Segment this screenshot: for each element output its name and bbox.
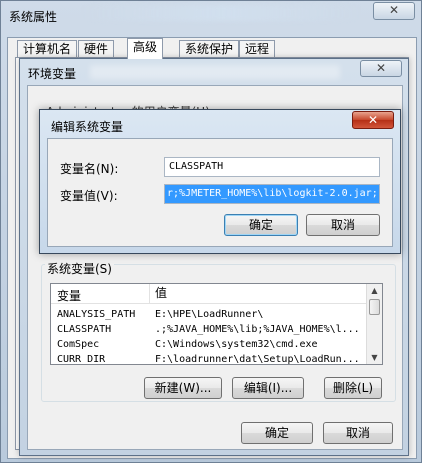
list-scrollbar[interactable]: ▲ ▼: [366, 284, 382, 364]
env-ok-button[interactable]: 确定: [241, 422, 313, 444]
column-header-variable[interactable]: 变量: [57, 287, 81, 304]
edit-variable-button[interactable]: 编辑(I)...: [232, 377, 304, 399]
table-row[interactable]: ANALYSIS_PATH E:\HPE\LoadRunner\: [51, 308, 367, 322]
system-variables-list[interactable]: 变量 值 ANALYSIS_PATH E:\HPE\LoadRunner\ CL…: [50, 283, 383, 365]
delete-variable-button[interactable]: 删除(L): [324, 377, 382, 399]
tab-computer-name[interactable]: 计算机名: [17, 40, 78, 58]
system-properties-close-icon[interactable]: ✕: [373, 2, 415, 20]
new-variable-button[interactable]: 新建(W)...: [144, 377, 222, 399]
table-row[interactable]: CLASSPATH .;%JAVA_HOME%\lib;%JAVA_HOME%\…: [51, 323, 367, 337]
variable-value: E:\HPE\LoadRunner\: [155, 309, 264, 320]
variable-name-label: 变量名(N):: [60, 162, 119, 176]
table-row[interactable]: ComSpec C:\Windows\system32\cmd.exe: [51, 338, 367, 352]
variable-value-label: 变量值(V):: [60, 189, 118, 203]
system-properties-title: 系统属性: [9, 10, 58, 24]
edit-ok-button[interactable]: 确定: [224, 214, 298, 236]
edit-dialog-title: 编辑系统变量: [51, 120, 124, 134]
variable-name: CLASSPATH: [57, 324, 112, 335]
edit-cancel-button[interactable]: 取消: [306, 214, 380, 236]
variable-name: ANALYSIS_PATH: [57, 309, 136, 320]
env-cancel-button[interactable]: 取消: [323, 422, 393, 444]
variable-value: .;%JAVA_HOME%\lib;%JAVA_HOME%\l...: [155, 324, 360, 335]
variable-name: CURR_DIR: [57, 354, 106, 365]
selected-value-text: r;%JMETER_HOME%\lib\logkit-2.0.jar;: [165, 185, 379, 203]
scroll-down-icon[interactable]: ▼: [370, 353, 379, 362]
edit-dialog-close-icon[interactable]: ✕: [352, 111, 394, 129]
column-header-value[interactable]: 值: [149, 284, 167, 304]
tab-hardware[interactable]: 硬件: [78, 40, 115, 58]
variable-name: ComSpec: [57, 339, 100, 350]
environment-variables-title: 环境变量: [28, 67, 77, 81]
variable-name-field[interactable]: CLASSPATH: [164, 157, 380, 177]
table-row[interactable]: CURR_DIR F:\loadrunner\dat\Setup\LoadRun…: [51, 353, 367, 365]
system-variables-group-label: 系统变量(S): [45, 260, 114, 277]
tab-system-protection[interactable]: 系统保护: [179, 40, 240, 58]
tab-remote[interactable]: 远程: [239, 40, 276, 58]
scroll-up-icon[interactable]: ▲: [370, 286, 379, 295]
variable-value-field[interactable]: r;%JMETER_HOME%\lib\logkit-2.0.jar;: [164, 184, 380, 204]
environment-variables-close-icon[interactable]: ✕: [360, 60, 402, 77]
list-header: 变量 值: [51, 284, 367, 304]
variable-value: F:\loadrunner\dat\Setup\LoadRun...: [155, 354, 360, 365]
variable-value: C:\Windows\system32\cmd.exe: [155, 339, 318, 350]
titlebar-blur: [90, 65, 340, 79]
titlebar-blur: [81, 5, 361, 21]
tab-advanced[interactable]: 高级: [127, 38, 164, 59]
scrollbar-thumb[interactable]: [369, 299, 380, 315]
